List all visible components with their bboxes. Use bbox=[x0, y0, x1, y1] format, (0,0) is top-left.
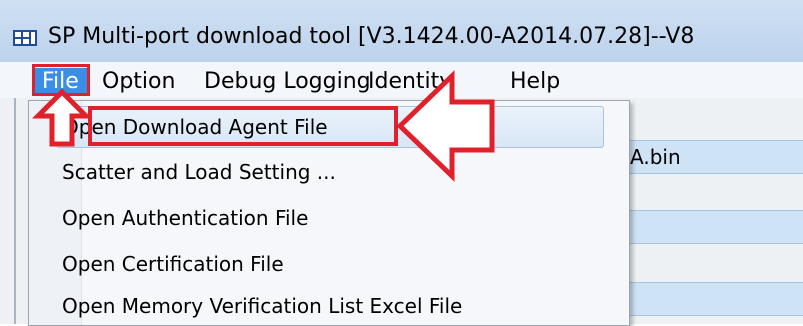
annotation-overlay bbox=[31, 70, 495, 182]
left-arrow-icon bbox=[396, 70, 495, 182]
main-window: SP Multi-port download tool [V3.1424.00-… bbox=[0, 0, 803, 326]
up-arrow-icon bbox=[31, 88, 93, 147]
